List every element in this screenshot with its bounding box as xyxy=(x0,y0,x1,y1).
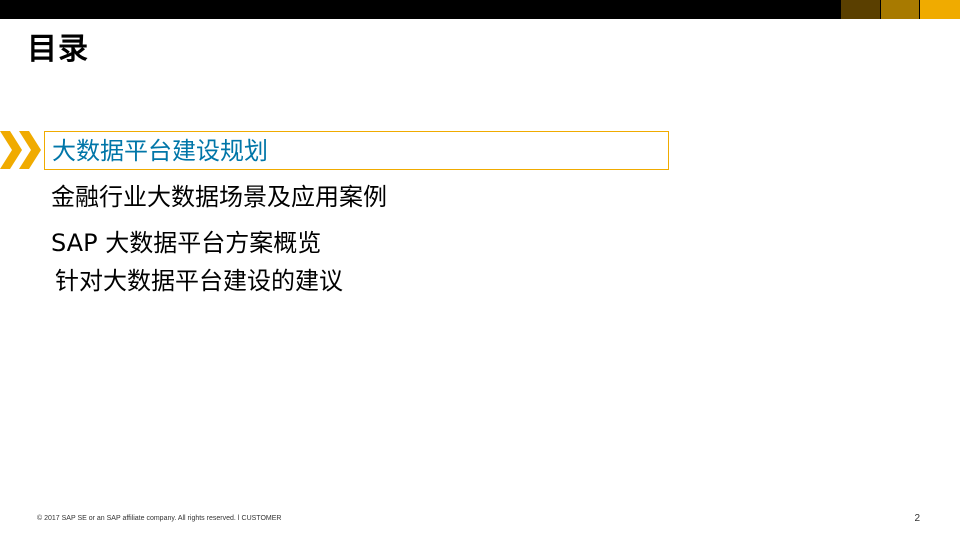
page-number: 2 xyxy=(914,513,920,524)
agenda-item-active[interactable]: 大数据平台建设规划 xyxy=(52,135,268,167)
brand-swatch-medium xyxy=(881,0,919,19)
brand-swatch-light xyxy=(920,0,960,19)
agenda-item[interactable]: 金融行业大数据场景及应用案例 xyxy=(51,181,387,213)
brand-swatch-dark xyxy=(841,0,880,19)
agenda-item[interactable]: SAP 大数据平台方案概览 xyxy=(51,227,321,259)
top-brand-bar xyxy=(0,0,960,19)
slide-title: 目录 xyxy=(27,32,89,67)
copyright-footer: © 2017 SAP SE or an SAP affiliate compan… xyxy=(37,515,282,522)
agenda-item[interactable]: 针对大数据平台建设的建议 xyxy=(55,265,343,297)
